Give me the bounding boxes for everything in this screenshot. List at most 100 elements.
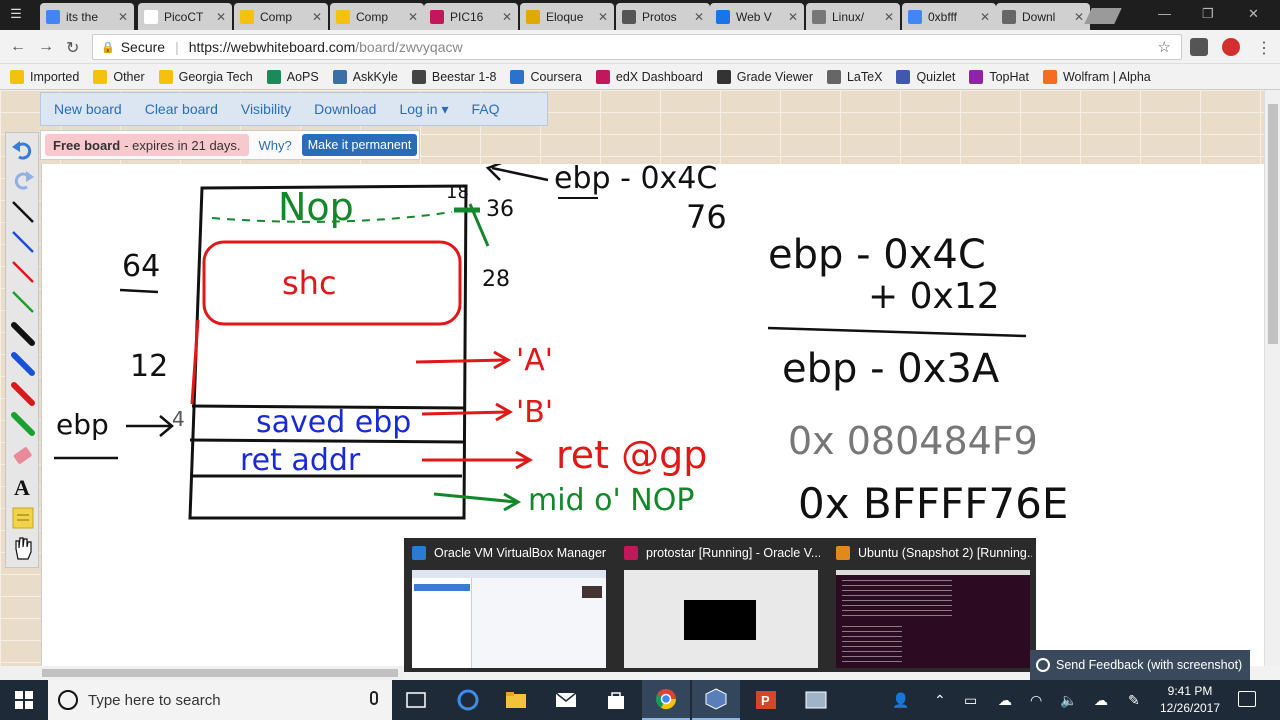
extension-adblock-icon[interactable]	[1222, 38, 1240, 56]
browser-tab[interactable]: Protos ✕	[616, 3, 710, 30]
edge-app[interactable]	[444, 680, 492, 720]
chrome-menu-icon[interactable]: ☰	[4, 6, 28, 24]
eraser-icon[interactable]	[10, 443, 36, 469]
battery-icon[interactable]: ▭	[964, 692, 977, 709]
tab-close-icon[interactable]: ✕	[598, 10, 608, 24]
blue-line-tool-icon[interactable]	[10, 229, 36, 255]
browser-tab[interactable]: PicoCT ✕	[138, 3, 232, 30]
blue-marker-icon[interactable]	[10, 351, 36, 377]
close-window-icon[interactable]: ✕	[1248, 6, 1259, 22]
tab-close-icon[interactable]: ✕	[312, 10, 322, 24]
black-marker-icon[interactable]	[10, 321, 36, 347]
tab-close-icon[interactable]: ✕	[694, 10, 704, 24]
browser-tab[interactable]: 0xbfff ✕	[902, 3, 996, 30]
bookmark-item[interactable]: Other	[93, 69, 145, 84]
virtualbox-app[interactable]	[692, 680, 740, 720]
tab-close-icon[interactable]: ✕	[502, 10, 512, 24]
redo-icon[interactable]	[10, 167, 36, 193]
extension-shield-icon[interactable]	[1190, 38, 1208, 56]
vertical-scrollbar[interactable]	[1264, 90, 1280, 666]
browser-tab[interactable]: Comp ✕	[330, 3, 424, 30]
forward-icon[interactable]: →	[38, 38, 54, 56]
text-tool-icon[interactable]: A	[10, 473, 36, 499]
undo-icon[interactable]	[10, 137, 36, 163]
powerpoint-app[interactable]: P	[742, 680, 790, 720]
chrome-overflow-menu-icon[interactable]: ⋮	[1256, 38, 1272, 58]
browser-tab[interactable]: Downl ✕	[996, 3, 1090, 30]
show-hidden-icons-chevron[interactable]: ⌃	[934, 692, 946, 709]
restore-icon[interactable]: ❐	[1202, 6, 1214, 22]
thumbnail-ubuntu[interactable]: Ubuntu (Snapshot 2) [Running...	[828, 538, 1038, 672]
tab-close-icon[interactable]: ✕	[408, 10, 418, 24]
tab-close-icon[interactable]: ✕	[788, 10, 798, 24]
login-dropdown[interactable]: Log in ▾	[399, 101, 448, 118]
bookmark-star-icon[interactable]: ☆	[1158, 38, 1171, 56]
tab-close-icon[interactable]: ✕	[118, 10, 128, 24]
vertical-scroll-thumb[interactable]	[1268, 104, 1278, 344]
browser-tab[interactable]: Eloque ✕	[520, 3, 614, 30]
bookmark-item[interactable]: Grade Viewer	[716, 69, 813, 84]
horizontal-scrollbar[interactable]	[0, 666, 404, 680]
tab-close-icon[interactable]: ✕	[884, 10, 894, 24]
browser-tab[interactable]: Linux/ ✕	[806, 3, 900, 30]
address-bar[interactable]: 🔒 Secure | https://webwhiteboard.com/boa…	[92, 34, 1182, 60]
bookmark-item[interactable]: edX Dashboard	[595, 69, 703, 84]
people-icon[interactable]: 👤	[892, 692, 909, 709]
start-button[interactable]	[0, 680, 48, 720]
onedrive-icon[interactable]: ☁	[998, 692, 1012, 709]
red-line-tool-icon[interactable]	[10, 259, 36, 285]
new-board-link[interactable]: New board	[54, 101, 122, 117]
mail-app[interactable]	[542, 680, 590, 720]
wifi-icon[interactable]: ◠	[1030, 692, 1042, 709]
taskbar-search[interactable]: Type here to search	[48, 680, 392, 720]
bookmark-item[interactable]: AoPS	[266, 69, 319, 84]
bookmark-item[interactable]: TopHat	[969, 69, 1029, 84]
back-icon[interactable]: ←	[10, 38, 26, 56]
thumbnail-virtualbox-manager[interactable]: Oracle VM VirtualBox Manager	[404, 538, 614, 672]
cloud-sync-icon[interactable]: ☁	[1094, 692, 1108, 709]
chrome-app[interactable]	[642, 680, 690, 720]
file-explorer-app[interactable]	[492, 680, 540, 720]
bookmark-item[interactable]: Beestar 1-8	[411, 69, 496, 84]
browser-tab[interactable]: Comp ✕	[234, 3, 328, 30]
faq-link[interactable]: FAQ	[472, 101, 500, 117]
red-marker-icon[interactable]	[10, 381, 36, 407]
why-link[interactable]: Why?	[259, 138, 292, 153]
black-line-tool-icon[interactable]	[10, 199, 36, 225]
visibility-link[interactable]: Visibility	[241, 101, 291, 117]
green-line-tool-icon[interactable]	[10, 289, 36, 315]
browser-tab[interactable]: Web V ✕	[710, 3, 804, 30]
new-tab-button[interactable]	[1084, 8, 1122, 24]
horizontal-scroll-thumb[interactable]	[42, 669, 398, 677]
other-app[interactable]	[792, 680, 840, 720]
volume-icon[interactable]: 🔈	[1060, 692, 1077, 709]
bookmark-item[interactable]: Georgia Tech	[158, 69, 253, 84]
system-clock[interactable]: 9:41 PM 12/26/2017	[1150, 683, 1230, 717]
store-app[interactable]	[592, 680, 640, 720]
send-feedback-button[interactable]: Send Feedback (with screenshot)	[1030, 650, 1250, 680]
action-center-icon[interactable]	[1238, 691, 1256, 707]
reload-icon[interactable]: ↻	[66, 38, 79, 58]
tab-close-icon[interactable]: ✕	[1074, 10, 1084, 24]
sticky-note-icon[interactable]	[10, 505, 36, 531]
bookmark-item[interactable]: Imported	[10, 69, 79, 84]
make-permanent-button[interactable]: Make it permanent	[301, 134, 418, 156]
microphone-icon[interactable]	[370, 691, 378, 705]
bookmark-item[interactable]: Coursera	[510, 69, 582, 84]
minimize-icon[interactable]: —	[1158, 6, 1171, 21]
thumbnail-protostar[interactable]: protostar [Running] - Oracle V...	[616, 538, 826, 672]
pen-icon[interactable]: ✎	[1128, 692, 1140, 709]
tab-close-icon[interactable]: ✕	[980, 10, 990, 24]
hand-pan-icon[interactable]	[10, 535, 36, 561]
clear-board-link[interactable]: Clear board	[145, 101, 218, 117]
bookmark-item[interactable]: LaTeX	[826, 69, 882, 84]
bookmark-item[interactable]: AskKyle	[332, 69, 398, 84]
bookmark-item[interactable]: Quizlet	[896, 69, 955, 84]
green-marker-icon[interactable]	[10, 411, 36, 437]
tab-close-icon[interactable]: ✕	[216, 10, 226, 24]
download-link[interactable]: Download	[314, 101, 376, 117]
bookmark-item[interactable]: Wolfram | Alpha	[1042, 69, 1151, 84]
browser-tab[interactable]: its the ✕	[40, 3, 134, 30]
browser-tab[interactable]: PIC16 ✕	[424, 3, 518, 30]
task-view-button[interactable]	[392, 680, 440, 720]
